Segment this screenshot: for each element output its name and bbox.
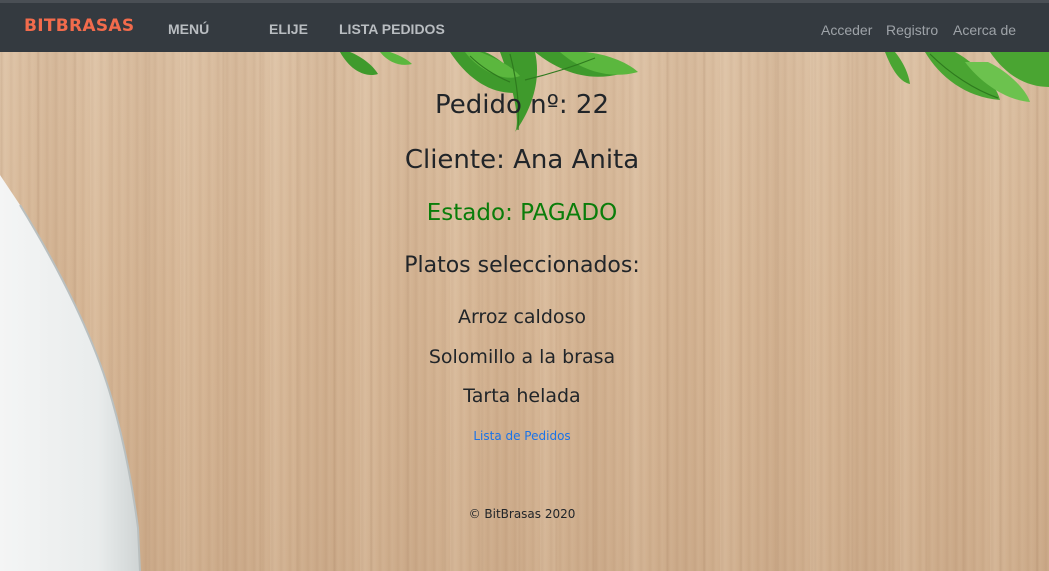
footer-copyright: © BitBrasas 2020 bbox=[468, 507, 576, 521]
dish-item: Tarta helada bbox=[463, 385, 581, 407]
dish-list: Arroz caldoso Solomillo a la brasa Tarta… bbox=[0, 298, 1044, 417]
dish-item: Arroz caldoso bbox=[457, 306, 587, 328]
top-navbar: BITBRASAS MENÚ ELIJE LISTA PEDIDOS Acced… bbox=[0, 0, 1049, 52]
orders-list-link[interactable]: Lista de Pedidos bbox=[0, 429, 1044, 443]
order-number-heading: Pedido nº: 22 bbox=[435, 90, 609, 120]
nav-register-link[interactable]: Registro bbox=[886, 22, 938, 38]
nav-elije-link[interactable]: ELIJE bbox=[269, 21, 308, 37]
order-status: Estado: PAGADO bbox=[426, 200, 618, 226]
dishes-heading: Platos seleccionados: bbox=[404, 253, 640, 278]
client-name-heading: Cliente: Ana Anita bbox=[404, 145, 640, 175]
nav-about-link[interactable]: Acerca de bbox=[953, 22, 1016, 38]
nav-lista-pedidos-link[interactable]: LISTA PEDIDOS bbox=[339, 21, 445, 37]
dish-item: Solomillo a la brasa bbox=[428, 345, 616, 368]
nav-menu-link[interactable]: MENÚ bbox=[168, 21, 209, 37]
order-detail: Pedido nº: 22 Cliente: Ana Anita Estado:… bbox=[0, 52, 1049, 571]
brand-logo[interactable]: BITBRASAS bbox=[24, 16, 134, 36]
nav-login-link[interactable]: Acceder bbox=[821, 22, 872, 38]
